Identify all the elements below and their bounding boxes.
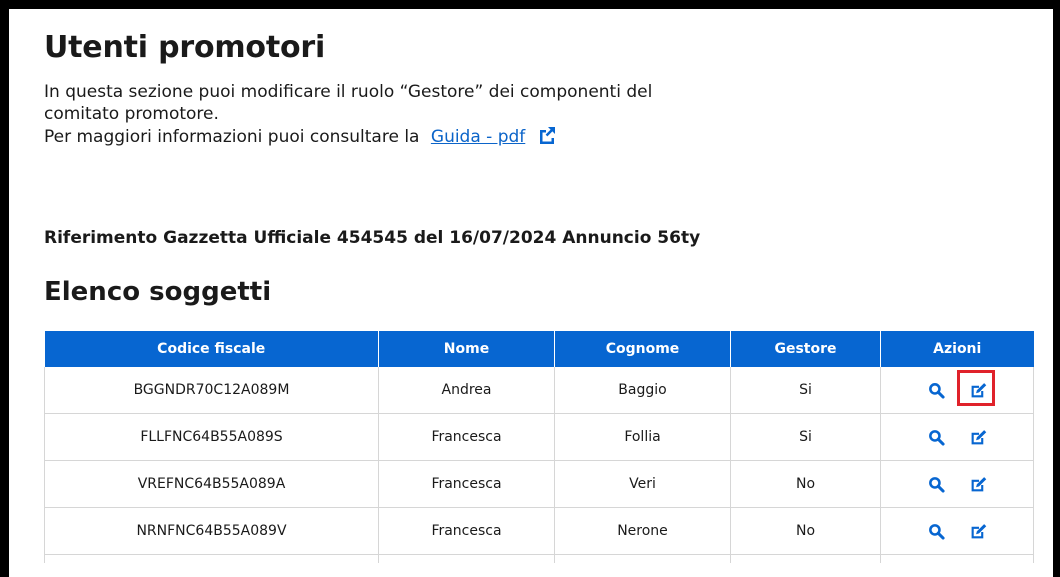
row-actions [882, 473, 1032, 495]
edit-icon [971, 523, 986, 538]
cell-gestore: No [730, 507, 881, 555]
intro-line-1: In questa sezione puoi modificare il ruo… [44, 82, 653, 124]
column-header-gestore[interactable]: Gestore [730, 331, 881, 367]
subjects-table: Codice fiscale Nome Cognome Gestore Azio… [44, 331, 1034, 563]
cell-gestore: Si [730, 413, 881, 461]
cell-gestore: No [730, 460, 881, 508]
cell-cognome: Follia [554, 413, 731, 461]
column-header-azioni: Azioni [880, 331, 1034, 367]
column-header-codice-fiscale[interactable]: Codice fiscale [44, 331, 379, 367]
cell-codice-fiscale: BGGNDR70C12A089M [44, 367, 379, 414]
column-header-cognome[interactable]: Cognome [554, 331, 731, 367]
intro-text: In questa sezione puoi modificare il ruo… [44, 81, 724, 148]
cell-cognome: Nerone [554, 507, 731, 555]
frame-left [0, 0, 9, 577]
cell-cognome: Baggio [554, 367, 731, 414]
table-row: NRNFNC64B55A089V Francesca Nerone No [44, 507, 1034, 555]
external-link-icon[interactable] [537, 125, 557, 145]
row-actions [882, 520, 1032, 542]
page-title: Utenti promotori [44, 30, 326, 65]
edit-button[interactable] [967, 473, 989, 495]
cell-nome: Francesca [378, 413, 555, 461]
table-row-partial [44, 554, 1034, 563]
column-header-nome[interactable]: Nome [378, 331, 555, 367]
cell-gestore: Si [730, 367, 881, 414]
edit-button[interactable] [967, 520, 989, 542]
cell-azioni [880, 413, 1034, 461]
search-icon [928, 476, 945, 493]
row-actions [882, 426, 1032, 448]
view-button[interactable] [925, 520, 947, 542]
guide-link[interactable]: Guida - pdf [431, 127, 525, 147]
cell-codice-fiscale: NRNFNC64B55A089V [44, 507, 379, 555]
table-header-row: Codice fiscale Nome Cognome Gestore Azio… [44, 331, 1034, 367]
cell-nome: Francesca [378, 460, 555, 508]
intro-line-2-prefix: Per maggiori informazioni puoi consultar… [44, 127, 420, 147]
edit-button[interactable] [957, 370, 995, 406]
frame-top [0, 0, 1060, 9]
table-row: VREFNC64B55A089A Francesca Veri No [44, 460, 1034, 508]
section-title: Elenco soggetti [44, 277, 272, 307]
edit-button[interactable] [967, 426, 989, 448]
edit-icon [971, 476, 986, 491]
view-button[interactable] [925, 473, 947, 495]
search-icon [928, 523, 945, 540]
cell-azioni [880, 460, 1034, 508]
cell-cognome: Veri [554, 460, 731, 508]
search-icon [928, 382, 945, 399]
intro-line-2: Per maggiori informazioni puoi consultar… [44, 125, 724, 148]
cell-azioni [880, 507, 1034, 555]
table-row: FLLFNC64B55A089S Francesca Follia Si [44, 413, 1034, 461]
highlight-box [957, 370, 995, 406]
table-row: BGGNDR70C12A089M Andrea Baggio Si [44, 367, 1034, 414]
cell-codice-fiscale: FLLFNC64B55A089S [44, 413, 379, 461]
cell-codice-fiscale: VREFNC64B55A089A [44, 460, 379, 508]
cell-nome: Francesca [378, 507, 555, 555]
gazette-reference: Riferimento Gazzetta Ufficiale 454545 de… [44, 228, 701, 248]
edit-icon [971, 429, 986, 444]
row-actions [882, 370, 1032, 406]
cell-azioni [880, 367, 1034, 414]
search-icon [928, 429, 945, 446]
view-button[interactable] [925, 379, 947, 401]
cell-nome: Andrea [378, 367, 555, 414]
view-button[interactable] [925, 426, 947, 448]
main-content: Utenti promotori In questa sezione puoi … [44, 30, 1034, 563]
frame-right [1053, 0, 1060, 577]
